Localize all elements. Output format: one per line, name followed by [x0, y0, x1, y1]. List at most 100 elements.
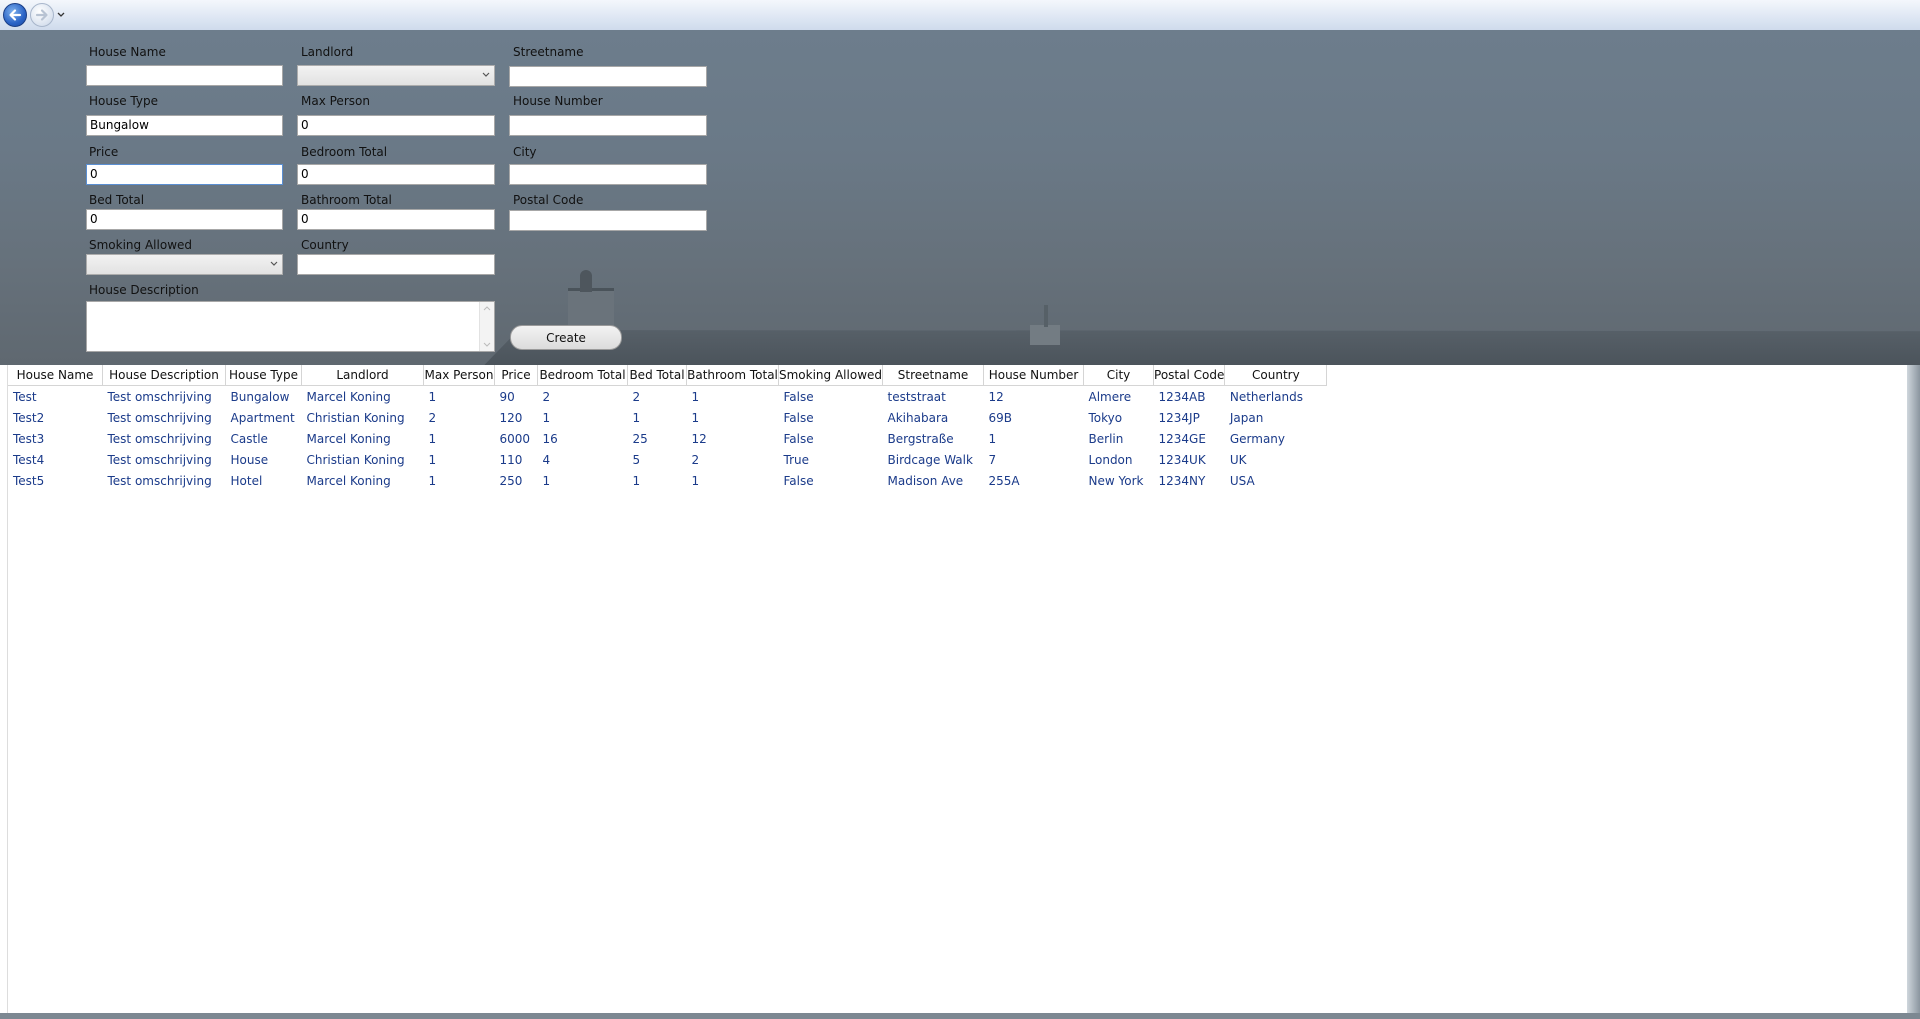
table-cell: 120 [499, 410, 523, 425]
streetname-field[interactable] [509, 66, 707, 87]
house-number-label: House Number [513, 94, 603, 108]
chevron-down-icon [482, 72, 490, 77]
column-header[interactable]: House Type [225, 365, 302, 386]
chevron-down-icon [270, 261, 278, 266]
window-background-edge [1907, 365, 1920, 1019]
column-header[interactable]: Price [494, 365, 538, 386]
table-row[interactable]: Test4 Test omschrijving House Christian … [8, 449, 1327, 470]
bed-total-field[interactable]: 0 [86, 209, 283, 230]
house-description-field[interactable] [86, 301, 495, 352]
table-cell: 1234UK [1158, 452, 1206, 467]
table-cell: Bergstraße [887, 431, 954, 446]
background-chimney [1030, 325, 1060, 345]
column-header[interactable]: Postal Code [1153, 365, 1226, 386]
navigation-bar [0, 0, 1920, 31]
window-background-edge [0, 1013, 1920, 1019]
landlord-label: Landlord [301, 45, 354, 59]
table-cell: 1 [542, 410, 551, 425]
column-header[interactable]: House Name [8, 365, 103, 386]
bed-total-label: Bed Total [89, 193, 145, 207]
table-cell: Birdcage Walk [887, 452, 973, 467]
landlord-select[interactable] [297, 65, 495, 86]
back-button[interactable] [3, 3, 27, 27]
max-person-label: Max Person [301, 94, 370, 108]
table-cell: 1 [632, 473, 641, 488]
house-description-label: House Description [89, 283, 199, 297]
city-field[interactable] [509, 164, 707, 185]
max-person-field[interactable]: 0 [297, 115, 495, 136]
back-arrow-icon [9, 9, 22, 21]
table-cell: London [1088, 452, 1133, 467]
table-cell: 110 [499, 452, 523, 467]
house-number-field[interactable] [509, 115, 707, 136]
table-cell: Christian Koning [306, 410, 405, 425]
table-cell: Test omschrijving [107, 410, 212, 425]
scroll-down-icon[interactable] [483, 342, 491, 347]
table-cell: USA [1229, 473, 1255, 488]
table-cell: 1234NY [1158, 473, 1206, 488]
column-header[interactable]: House Description [102, 365, 226, 386]
table-cell: 1 [428, 431, 437, 446]
table-cell: 1234JP [1158, 410, 1200, 425]
table-cell: New York [1088, 473, 1144, 488]
table-cell: True [783, 452, 810, 467]
table-row[interactable]: Test3 Test omschrijving Castle Marcel Ko… [8, 428, 1327, 449]
table-cell: False [783, 389, 814, 404]
scroll-up-icon[interactable] [483, 306, 491, 311]
table-cell: 25 [632, 431, 648, 446]
column-header[interactable]: Landlord [301, 365, 424, 386]
table-cell: 255A [988, 473, 1020, 488]
table-cell: Akihabara [887, 410, 949, 425]
table-cell: 1 [691, 389, 700, 404]
smoking-allowed-select[interactable] [86, 254, 283, 275]
table-cell: 12 [691, 431, 707, 446]
table-cell: 1 [988, 431, 997, 446]
table-cell: Almere [1088, 389, 1132, 404]
bedroom-total-field[interactable]: 0 [297, 164, 495, 185]
country-field[interactable] [297, 254, 495, 275]
table-row[interactable]: Test Test omschrijving Bungalow Marcel K… [8, 386, 1327, 408]
forward-button[interactable] [30, 3, 54, 27]
postal-code-field[interactable] [509, 210, 707, 231]
table-cell: 16 [542, 431, 558, 446]
price-field[interactable]: 0 [86, 164, 283, 185]
forward-arrow-icon [35, 9, 48, 21]
house-type-label: House Type [89, 94, 158, 108]
table-cell: Test omschrijving [107, 473, 212, 488]
table-cell: 1 [428, 473, 437, 488]
table-cell: 2 [691, 452, 700, 467]
column-header[interactable]: City [1083, 365, 1155, 386]
table-cell: Marcel Koning [306, 431, 391, 446]
column-header[interactable]: Bathroom Total [686, 365, 779, 386]
chevron-down-icon[interactable] [56, 11, 66, 19]
column-header[interactable]: House Number [983, 365, 1085, 386]
column-header[interactable]: Streetname [882, 365, 985, 386]
house-name-label: House Name [89, 45, 166, 59]
column-header[interactable]: Smoking Allowed [778, 365, 884, 386]
column-header[interactable]: Bedroom Total [537, 365, 628, 386]
table-cell: teststraat [887, 389, 946, 404]
table-cell: 1234GE [1158, 431, 1206, 446]
house-name-field[interactable] [86, 65, 283, 86]
table-cell: Berlin [1088, 431, 1124, 446]
column-header[interactable]: Country [1224, 365, 1328, 386]
house-form-panel: House Name House Type Bungalow Price 0 B… [0, 30, 1920, 365]
table-cell: Japan [1229, 410, 1264, 425]
bathroom-total-field[interactable]: 0 [297, 209, 495, 230]
column-header[interactable]: Bed Total [627, 365, 687, 386]
table-row[interactable]: Test2 Test omschrijving Apartment Christ… [8, 407, 1327, 428]
houses-data-grid[interactable]: House Name House Description House Type … [7, 365, 1908, 1013]
table-cell: 1 [428, 452, 437, 467]
table-cell: Test omschrijving [107, 452, 212, 467]
column-header[interactable]: Max Person [423, 365, 495, 386]
streetname-label: Streetname [513, 45, 584, 59]
city-label: City [513, 145, 537, 159]
table-cell: Bungalow [230, 389, 290, 404]
bathroom-total-label: Bathroom Total [301, 193, 392, 207]
house-type-field[interactable]: Bungalow [86, 115, 283, 136]
table-cell: 2 [428, 410, 437, 425]
table-cell: 4 [542, 452, 551, 467]
table-row[interactable]: Test5 Test omschrijving Hotel Marcel Kon… [8, 470, 1327, 491]
create-button[interactable]: Create [510, 325, 622, 350]
description-scrollbar[interactable] [479, 302, 494, 351]
